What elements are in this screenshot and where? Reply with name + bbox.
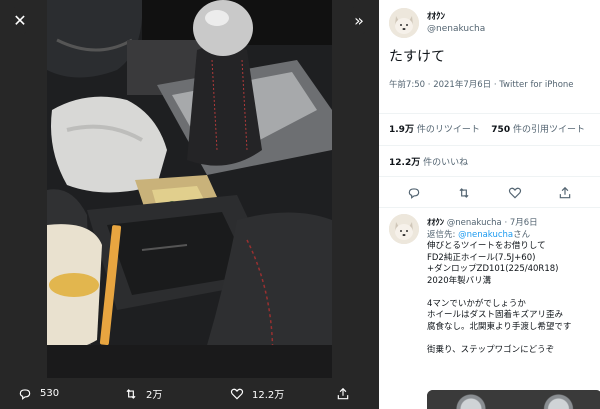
divider — [379, 207, 600, 208]
divider — [379, 176, 600, 177]
reply-count: 530 — [40, 388, 60, 399]
replying-prefix: 返信先: — [427, 229, 456, 240]
retweets-value[interactable]: 1.9万 — [389, 125, 414, 135]
heart-icon — [508, 187, 521, 199]
tweet-action-row — [379, 181, 600, 205]
tweet-detail-panel: ｵｵｸﾝ @nenakucha たすけて 午前7:50 · 2021年7月6日 … — [379, 0, 600, 409]
quotes-label[interactable]: 件の引用ツイート — [513, 125, 585, 135]
reply-line: +ダンロップZD101(225/40R18) — [427, 264, 559, 274]
divider — [379, 113, 600, 114]
likes-value[interactable]: 12.2万 — [389, 158, 420, 168]
tweet-timestamp[interactable]: 午前7:50 · 2021年7月6日 · Twitter for iPhone — [389, 79, 594, 91]
reply-attached-image[interactable] — [427, 390, 600, 409]
reply-button[interactable] — [407, 186, 421, 200]
tweet-media-viewer: ✕ » 530 2万 12.2万 ｵｵｸﾝ @nenakucha たすけて 午前… — [0, 0, 600, 409]
wheel-image — [427, 390, 515, 409]
retweets-label[interactable]: 件のリツイート — [417, 125, 480, 135]
reply-author-handle[interactable]: @nenakucha — [447, 218, 502, 228]
tweet-author[interactable]: ｵｵｸﾝ @nenakucha — [389, 8, 485, 38]
reply-date[interactable]: · 7月6日 — [504, 218, 537, 228]
replying-to: 返信先: @nenakuchaさん — [427, 230, 600, 242]
divider — [379, 145, 600, 146]
tweet-photo[interactable] — [47, 0, 332, 378]
heart-icon — [230, 388, 244, 399]
retweet-stats: 1.9万 件のリツイート 750 件の引用ツイート — [389, 122, 585, 135]
expand-button[interactable]: » — [345, 6, 373, 34]
share-icon — [337, 387, 349, 399]
media-viewer: ✕ » 530 2万 12.2万 — [0, 0, 379, 409]
reply-header: ｵｵｸﾝ @nenakucha · 7月6日 — [427, 218, 600, 230]
tweet-text: たすけて — [389, 49, 445, 65]
reply-line-gap — [427, 333, 600, 345]
like-action[interactable]: 12.2万 — [230, 386, 284, 401]
media-action-bar: 530 2万 12.2万 — [0, 378, 379, 409]
reply-line: 伸びとるツイートをお借りして — [427, 241, 546, 251]
reply-line-gap — [427, 287, 600, 299]
replying-suffix: さん — [513, 229, 531, 240]
likes-label[interactable]: 件のいいね — [423, 158, 468, 168]
replying-to-link[interactable]: @nenakucha — [458, 230, 513, 240]
expand-icon: » — [354, 10, 364, 30]
reply-line: ホイールはダスト固着キズアリ歪み — [427, 310, 564, 320]
wheel-image — [514, 390, 600, 409]
retweet-action[interactable]: 2万 — [124, 386, 162, 401]
retweet-button[interactable] — [457, 186, 471, 200]
reply-line: 4マンでいかがでしょうか — [427, 298, 526, 309]
reply-icon — [19, 388, 31, 400]
quotes-value[interactable]: 750 — [491, 125, 510, 135]
author-handle[interactable]: @nenakucha — [427, 23, 485, 35]
reply-author-name[interactable]: ｵｵｸﾝ — [427, 218, 444, 228]
avatar-dog-image — [389, 8, 419, 38]
like-count: 12.2万 — [252, 390, 285, 401]
close-icon: ✕ — [13, 10, 27, 30]
close-button[interactable]: ✕ — [6, 6, 34, 34]
share-button[interactable] — [558, 186, 572, 200]
retweet-icon — [126, 388, 136, 399]
like-stats: 12.2万 件のいいね — [389, 155, 468, 168]
avatar[interactable] — [389, 214, 419, 244]
retweet-count: 2万 — [146, 390, 163, 401]
retweet-icon — [459, 188, 469, 198]
share-action[interactable] — [336, 387, 350, 401]
reply-body: ｵｵｸﾝ @nenakucha · 7月6日 返信先: @nenakuchaさん… — [427, 218, 600, 356]
share-icon — [559, 186, 571, 199]
reply-icon — [408, 188, 420, 199]
author-name[interactable]: ｵｵｸﾝ — [427, 11, 485, 23]
avatar[interactable] — [389, 8, 419, 38]
reply-line: 腐食なし。北関東より手渡し希望です — [427, 321, 572, 332]
reply-line: 2020年製バリ溝 — [427, 275, 492, 286]
like-button[interactable] — [508, 186, 522, 200]
reply-line: FD2純正ホイール(7.5J+60) — [427, 252, 536, 263]
avatar-dog-image — [389, 214, 419, 244]
reply-line: 街乗り、ステップワゴンにどうぞ — [427, 344, 555, 355]
reply-action[interactable]: 530 — [18, 387, 59, 401]
car-interior-photo — [47, 0, 332, 378]
